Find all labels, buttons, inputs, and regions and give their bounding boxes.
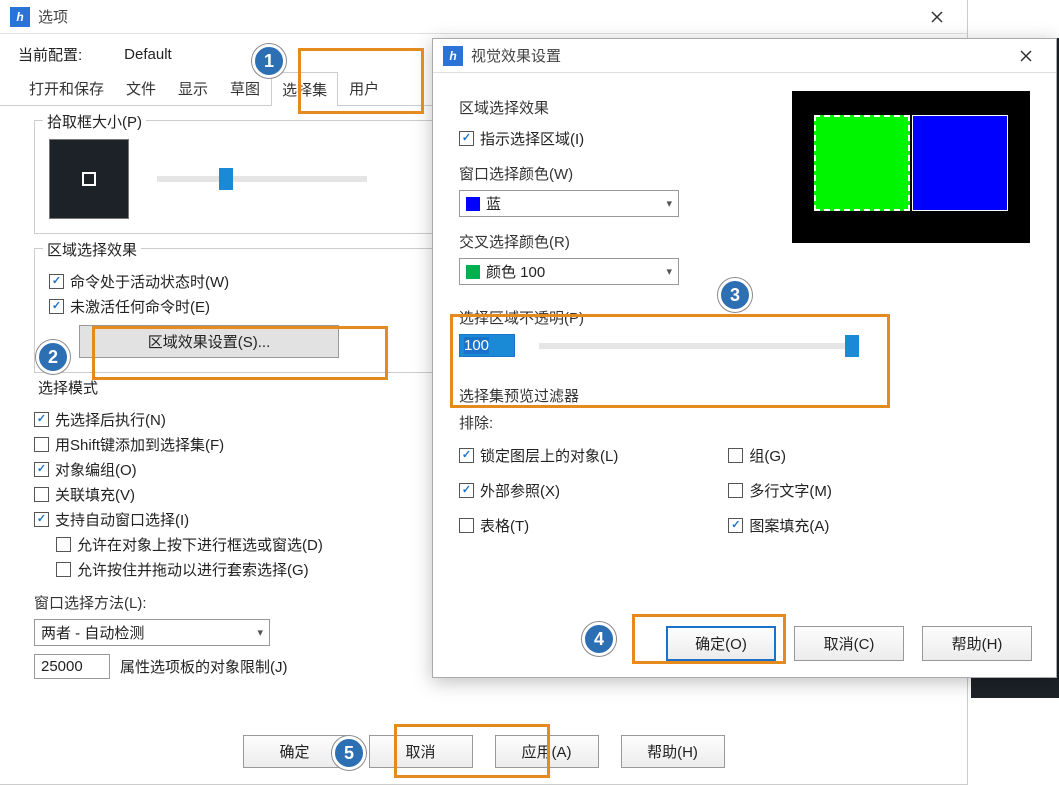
preview-window-rect [912,115,1008,211]
obj-group-label: 对象编组(O) [55,459,137,480]
pre-select-label: 先选择后执行(N) [55,409,166,430]
tab-selection[interactable]: 选择集 [271,72,338,106]
auto-window-label: 支持自动窗口选择(I) [55,509,189,530]
opacity-label: 选择区域不透明(P) [459,307,1030,328]
config-label: 当前配置: [18,44,82,65]
area-settings-button[interactable]: 区域效果设置(S)... [79,325,339,358]
hatch-checkbox[interactable]: 图案填充(A) [728,515,832,536]
chevron-down-icon: ▾ [666,197,672,210]
visual-button-row: 确定(O) 取消(C) 帮助(H) [433,610,1056,677]
group-checkbox[interactable]: 组(G) [728,445,832,466]
area-group-label: 区域选择效果 [459,97,774,118]
chevron-down-icon: ▾ [257,626,263,639]
chevron-down-icon: ▾ [666,265,672,278]
hatch-label: 图案填充(A) [749,515,829,536]
object-limit-input[interactable] [34,654,110,679]
opacity-value: 100 [464,337,489,354]
app-logo-icon: h [443,46,463,66]
allow-press-label: 允许在对象上按下进行框选或窗选(D) [77,534,323,555]
object-limit-label: 属性选项板的对象限制(J) [120,656,288,677]
indicate-checkbox[interactable]: 指示选择区域(I) [459,128,774,149]
tab-open-save[interactable]: 打开和保存 [18,71,115,105]
allow-drag-label: 允许按住并拖动以进行套索选择(G) [77,559,309,580]
tab-draft[interactable]: 草图 [219,71,271,105]
visual-close-button[interactable] [1006,41,1046,71]
visual-cancel-button[interactable]: 取消(C) [794,626,904,661]
opacity-slider[interactable] [539,343,859,349]
app-logo-icon: h [10,7,30,27]
cross-color-select[interactable]: 颜色 100 ▾ [459,258,679,285]
pickbox-preview [49,139,129,219]
tab-file[interactable]: 文件 [115,71,167,105]
visual-title: 视觉效果设置 [471,45,1006,66]
cross-color-value: 颜色 100 [486,261,545,282]
filter-group-label: 选择集预览过滤器 [459,385,1030,406]
visual-help-button[interactable]: 帮助(H) [922,626,1032,661]
visual-body: 区域选择效果 指示选择区域(I) 窗口选择颜色(W) 蓝 ▾ 交叉选择颜色(R)… [433,73,1056,558]
locked-checkbox[interactable]: 锁定图层上的对象(L) [459,445,618,466]
selection-preview [792,91,1030,243]
window-color-value: 蓝 [486,193,501,214]
group-label: 组(G) [749,445,786,466]
tab-user[interactable]: 用户 [338,71,390,105]
pickbox-label: 拾取框大小(P) [43,111,146,132]
shift-add-label: 用Shift键添加到选择集(F) [55,434,224,455]
no-cmd-label: 未激活任何命令时(E) [70,296,210,317]
opacity-input[interactable]: 100 [459,334,515,357]
options-button-row: 确定 取消 应用(A) 帮助(H) [0,719,967,784]
config-value: Default [124,46,172,63]
table-label: 表格(T) [480,515,529,536]
visual-ok-button[interactable]: 确定(O) [666,626,776,661]
xref-label: 外部参照(X) [480,480,560,501]
window-method-value: 两者 - 自动检测 [41,622,144,643]
exclude-label: 排除: [459,412,1030,433]
options-apply-button[interactable]: 应用(A) [495,735,599,768]
xref-checkbox[interactable]: 外部参照(X) [459,480,618,501]
cmd-active-label: 命令处于活动状态时(W) [70,271,229,292]
assoc-fill-label: 关联填充(V) [55,484,135,505]
options-titlebar: h 选项 [0,0,967,34]
options-title: 选项 [38,6,917,27]
window-color-select[interactable]: 蓝 ▾ [459,190,679,217]
preview-crossing-rect [814,115,910,211]
color-swatch-green-icon [466,265,480,279]
options-close-button[interactable] [917,2,957,32]
select-mode-label: 选择模式 [34,377,102,398]
table-checkbox[interactable]: 表格(T) [459,515,618,536]
locked-label: 锁定图层上的对象(L) [480,445,618,466]
visual-titlebar: h 视觉效果设置 [433,39,1056,73]
window-method-select[interactable]: 两者 - 自动检测 ▾ [34,619,270,646]
tab-display[interactable]: 显示 [167,71,219,105]
window-color-label: 窗口选择颜色(W) [459,163,774,184]
cross-color-label: 交叉选择颜色(R) [459,231,774,252]
mtext-checkbox[interactable]: 多行文字(M) [728,480,832,501]
visual-effects-window: h 视觉效果设置 区域选择效果 指示选择区域(I) 窗口选择颜色(W) 蓝 ▾ … [432,38,1057,678]
options-ok-button[interactable]: 确定 [243,735,347,768]
indicate-label: 指示选择区域(I) [480,128,584,149]
mtext-label: 多行文字(M) [749,480,832,501]
area-effect-label: 区域选择效果 [43,239,141,260]
pickbox-slider[interactable] [157,176,367,182]
options-cancel-button[interactable]: 取消 [369,735,473,768]
visual-left-col: 区域选择效果 指示选择区域(I) 窗口选择颜色(W) 蓝 ▾ 交叉选择颜色(R)… [459,91,774,285]
options-help-button[interactable]: 帮助(H) [621,735,725,768]
color-swatch-blue-icon [466,197,480,211]
